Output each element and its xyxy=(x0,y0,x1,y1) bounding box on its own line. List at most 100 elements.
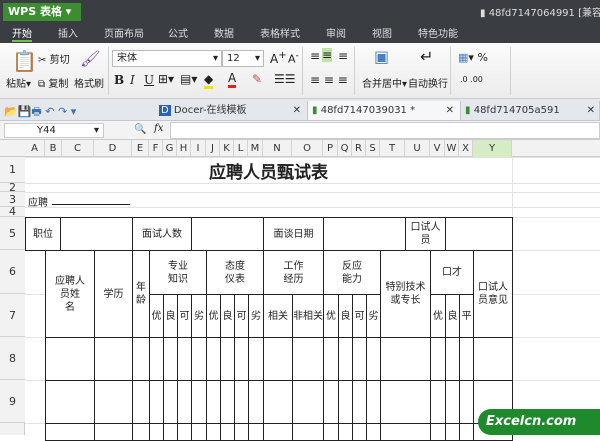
grade-header[interactable]: 优 xyxy=(323,294,339,338)
column-header-A[interactable]: A xyxy=(25,140,45,157)
data-cell[interactable] xyxy=(206,380,221,424)
data-cell[interactable] xyxy=(132,337,150,381)
position-value[interactable] xyxy=(60,217,133,251)
data-cell[interactable] xyxy=(220,380,235,424)
data-cell[interactable] xyxy=(220,423,235,441)
data-cell[interactable] xyxy=(263,423,293,441)
data-cell[interactable] xyxy=(292,423,324,441)
column-header-S[interactable]: S xyxy=(366,140,380,157)
data-cell[interactable] xyxy=(163,423,178,441)
data-cell[interactable] xyxy=(366,423,381,441)
data-cell[interactable] xyxy=(234,337,249,381)
data-cell[interactable] xyxy=(45,423,95,441)
row-header-1[interactable]: 1 xyxy=(0,157,25,183)
data-cell[interactable] xyxy=(177,423,192,441)
align-middle-icon[interactable]: ≡ xyxy=(322,48,333,62)
column-header-B[interactable]: B xyxy=(45,140,62,157)
row-header-6[interactable]: 6 xyxy=(0,250,25,294)
data-cell[interactable] xyxy=(94,380,133,424)
row-header-5[interactable]: 5 xyxy=(0,217,25,250)
column-header-T[interactable]: T xyxy=(380,140,405,157)
data-cell[interactable] xyxy=(445,423,460,441)
align-bottom-icon[interactable]: ≡ xyxy=(338,49,348,63)
data-cell[interactable] xyxy=(94,423,133,441)
data-cell[interactable] xyxy=(132,380,150,424)
header-reaction[interactable]: 反应能力 xyxy=(323,250,381,295)
data-cell[interactable] xyxy=(338,337,353,381)
font-grow-icon[interactable]: A+ xyxy=(270,50,287,66)
name-box[interactable]: Y44 ▾ xyxy=(4,123,104,138)
row-header-9[interactable]: 9 xyxy=(0,380,25,423)
font-color-icon[interactable]: A xyxy=(228,71,237,88)
menu-insert[interactable]: 插入 xyxy=(58,25,78,40)
column-header-G[interactable]: G xyxy=(163,140,177,157)
interviewee-count-label[interactable]: 面试人数 xyxy=(132,217,192,251)
data-cell[interactable] xyxy=(430,337,446,381)
grade-header[interactable]: 可 xyxy=(234,294,249,338)
data-cell[interactable] xyxy=(380,380,431,424)
column-header-L[interactable]: L xyxy=(234,140,248,157)
interview-date-value[interactable] xyxy=(323,217,406,251)
tab-document-1[interactable]: ▮ 48fd7147039031 * ✕ xyxy=(308,101,461,120)
data-cell[interactable] xyxy=(220,337,235,381)
underline-button[interactable]: U xyxy=(144,73,154,87)
eloquence-grade-header[interactable]: 良 xyxy=(445,294,460,338)
paste-icon[interactable]: 📋 xyxy=(12,49,37,73)
number-format-button[interactable]: ▦▾ % xyxy=(458,51,488,64)
grade-header[interactable]: 劣 xyxy=(191,294,207,338)
data-cell[interactable] xyxy=(149,423,164,441)
data-cell[interactable] xyxy=(323,423,339,441)
data-cell[interactable] xyxy=(248,337,264,381)
data-cell[interactable] xyxy=(430,380,446,424)
row-header-7[interactable]: 7 xyxy=(0,294,25,337)
data-cell[interactable] xyxy=(94,337,133,381)
data-cell[interactable] xyxy=(323,337,339,381)
grade-header[interactable]: 可 xyxy=(177,294,192,338)
data-cell[interactable] xyxy=(163,337,178,381)
grade-header[interactable]: 良 xyxy=(220,294,235,338)
grade-header[interactable]: 优 xyxy=(206,294,221,338)
grade-header[interactable]: 良 xyxy=(163,294,178,338)
data-cell[interactable] xyxy=(234,423,249,441)
cut-button[interactable]: ✂ 剪切 xyxy=(38,51,70,66)
data-cell[interactable] xyxy=(366,380,381,424)
data-cell[interactable] xyxy=(45,380,95,424)
fill-color-icon[interactable]: ◆ xyxy=(204,72,214,89)
column-header-J[interactable]: J xyxy=(206,140,220,157)
data-cell[interactable] xyxy=(459,423,474,441)
bold-button[interactable]: B xyxy=(114,73,124,87)
data-cell[interactable] xyxy=(177,337,192,381)
data-cell[interactable] xyxy=(352,337,367,381)
data-cell[interactable] xyxy=(380,337,431,381)
data-cell[interactable] xyxy=(206,423,221,441)
menu-view[interactable]: 视图 xyxy=(372,25,392,40)
border-icon[interactable]: ⊞▾ xyxy=(158,72,174,86)
menu-formula[interactable]: 公式 xyxy=(168,25,188,40)
column-header-Y[interactable]: Y xyxy=(473,140,512,157)
experience-related-header[interactable]: 相关 xyxy=(263,294,293,338)
interview-date-label[interactable]: 面谈日期 xyxy=(263,217,324,251)
tab-docer[interactable]: D Docer-在线模板 ✕ xyxy=(155,101,308,120)
column-header-U[interactable]: U xyxy=(405,140,430,157)
data-cell[interactable] xyxy=(263,337,293,381)
function-button[interactable]: fx xyxy=(154,123,163,134)
grade-header[interactable]: 良 xyxy=(338,294,353,338)
header-special-skills[interactable]: 特别技术或专长 xyxy=(380,250,431,338)
data-cell[interactable] xyxy=(234,380,249,424)
data-cell[interactable] xyxy=(163,380,178,424)
menu-home[interactable]: 开始 xyxy=(12,25,32,42)
column-header-C[interactable]: C xyxy=(62,140,94,157)
data-cell[interactable] xyxy=(191,423,207,441)
column-header-W[interactable]: W xyxy=(445,140,459,157)
header-eloquence[interactable]: 口才 xyxy=(430,250,474,295)
zoom-icon[interactable]: 🔍 xyxy=(134,124,146,135)
oral-examiner-value[interactable] xyxy=(445,217,513,251)
percent-button[interactable]: % xyxy=(477,51,487,64)
data-cell[interactable] xyxy=(132,423,150,441)
formula-input[interactable] xyxy=(170,122,600,139)
data-cell[interactable] xyxy=(366,337,381,381)
close-icon[interactable]: ✕ xyxy=(587,101,595,120)
data-cell[interactable] xyxy=(445,380,460,424)
grade-header[interactable]: 劣 xyxy=(366,294,381,338)
wrap-text-button[interactable]: 自动换行 xyxy=(408,75,448,90)
